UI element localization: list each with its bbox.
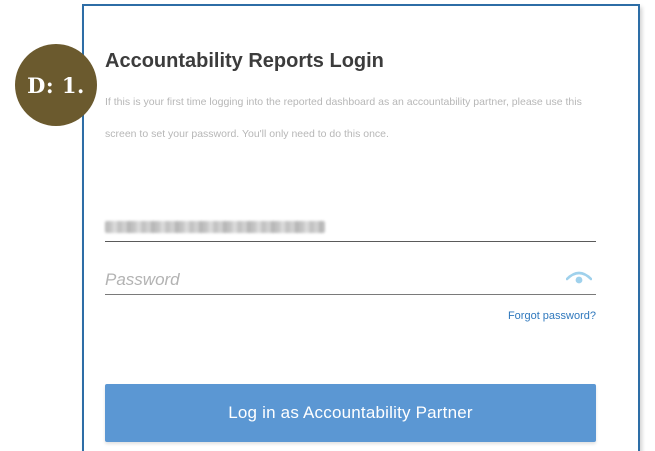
screenshot: D: 1. Accountability Reports Login If th… [0, 0, 655, 451]
eye-icon[interactable] [566, 268, 592, 286]
email-field[interactable] [105, 216, 596, 242]
forgot-password-link[interactable]: Forgot password? [508, 310, 596, 322]
email-value-redacted [105, 221, 325, 233]
password-input[interactable] [105, 268, 545, 292]
password-field[interactable] [105, 266, 596, 295]
login-button[interactable]: Log in as Accountability Partner [105, 384, 596, 442]
page-title: Accountability Reports Login [105, 50, 384, 72]
step-badge: D: 1. [15, 44, 97, 126]
intro-text: If this is your first time logging into … [105, 96, 582, 140]
